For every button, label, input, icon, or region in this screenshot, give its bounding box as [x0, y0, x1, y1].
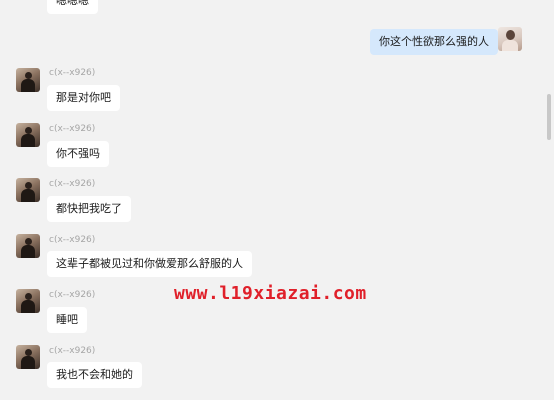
watermark-text: www.l19xiazai.com [174, 283, 367, 304]
message-bubble[interactable]: 我也不会和她的 [47, 362, 142, 388]
contact-avatar-icon[interactable] [16, 68, 40, 92]
message-bubble-partial[interactable]: 嗯嗯嗯 [47, 0, 98, 14]
sender-name: c(x--x926) [49, 235, 96, 245]
contact-avatar-icon[interactable] [16, 178, 40, 202]
sender-name: c(x--x926) [49, 346, 96, 356]
contact-avatar-icon[interactable] [16, 289, 40, 313]
self-avatar-icon[interactable] [498, 27, 522, 51]
self-message-bubble[interactable]: 你这个性欲那么强的人 [370, 29, 498, 55]
message-bubble[interactable]: 这辈子都被见过和你做爱那么舒服的人 [47, 251, 252, 277]
contact-avatar-icon[interactable] [16, 234, 40, 258]
contact-avatar-icon[interactable] [16, 123, 40, 147]
message-bubble[interactable]: 那是对你吧 [47, 85, 120, 111]
contact-avatar-icon[interactable] [16, 345, 40, 369]
message-bubble[interactable]: 都快把我吃了 [47, 196, 131, 222]
vertical-scrollbar[interactable] [547, 94, 551, 140]
sender-name: c(x--x926) [49, 179, 96, 189]
message-bubble[interactable]: 睡吧 [47, 307, 87, 333]
sender-name: c(x--x926) [49, 124, 96, 134]
sender-name: c(x--x926) [49, 68, 96, 78]
sender-name: c(x--x926) [49, 290, 96, 300]
message-bubble[interactable]: 你不强吗 [47, 141, 109, 167]
chat-message-list[interactable]: 嗯嗯嗯 你这个性欲那么强的人 c(x--x926) 那是对你吧 c(x--x92… [0, 0, 554, 400]
